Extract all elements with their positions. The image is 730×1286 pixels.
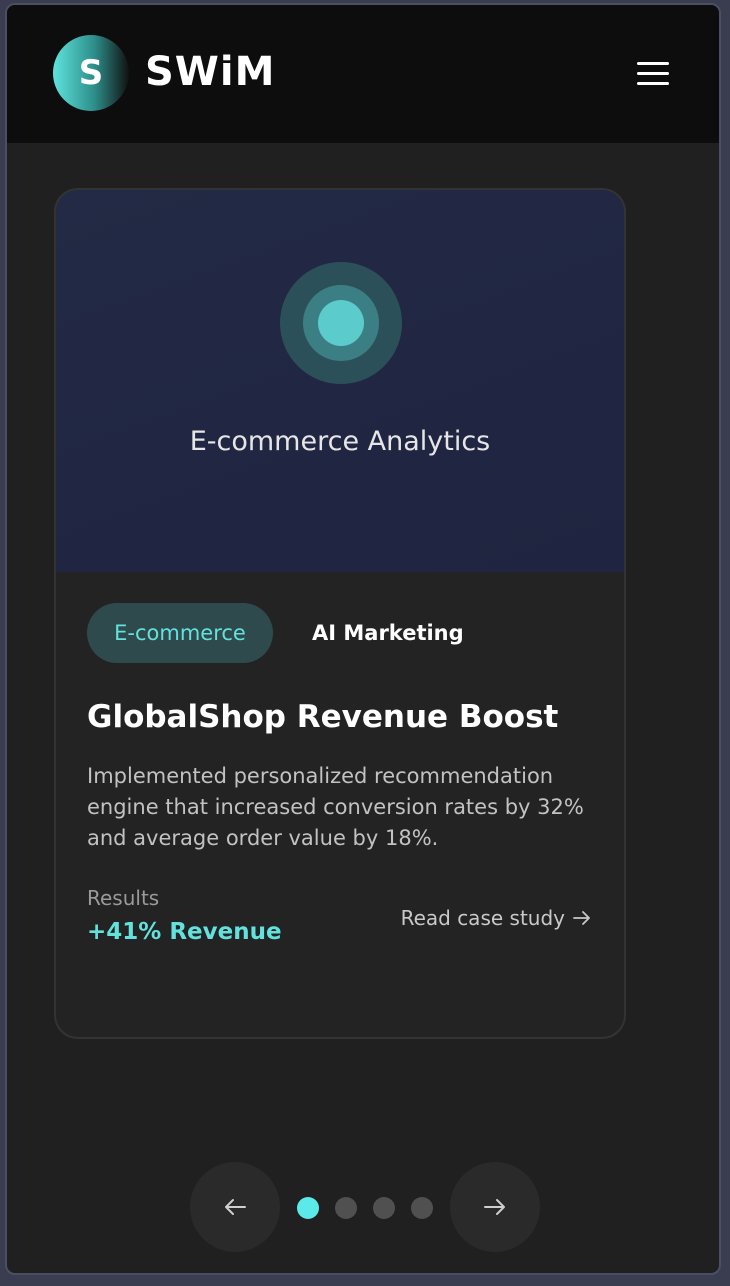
carousel-dot-3[interactable] bbox=[373, 1197, 395, 1219]
arrow-right-icon bbox=[573, 911, 590, 925]
target-icon bbox=[280, 262, 402, 384]
tag-ecommerce[interactable]: E-commerce bbox=[87, 603, 273, 663]
hero-title: E-commerce Analytics bbox=[189, 426, 491, 457]
logo-letter: S bbox=[78, 53, 104, 93]
arrow-right-icon bbox=[484, 1199, 505, 1215]
tag-ai-marketing[interactable]: AI Marketing bbox=[312, 603, 464, 663]
carousel-dot-4[interactable] bbox=[411, 1197, 433, 1219]
arrow-left-icon bbox=[225, 1199, 246, 1215]
card-hero: E-commerce Analytics bbox=[56, 190, 624, 572]
logo-mark[interactable]: S bbox=[53, 35, 129, 111]
carousel-dot-1[interactable] bbox=[297, 1197, 319, 1219]
read-case-study-label: Read case study bbox=[400, 906, 565, 930]
brand-name[interactable]: SWiM bbox=[145, 49, 275, 95]
site-header: S SWiM bbox=[7, 5, 719, 143]
card-title: GlobalShop Revenue Boost bbox=[87, 699, 559, 735]
results-label: Results bbox=[87, 886, 160, 910]
read-case-study-link[interactable]: Read case study bbox=[401, 906, 591, 930]
app-frame: S SWiM E-commerce Analytics E-commerce A… bbox=[5, 3, 721, 1275]
hamburger-menu-icon[interactable] bbox=[633, 57, 673, 89]
card-description: Implemented personalized recommendation … bbox=[87, 764, 584, 850]
results-value: +41% Revenue bbox=[87, 919, 282, 945]
carousel-next-button[interactable] bbox=[450, 1162, 540, 1252]
carousel-prev-button[interactable] bbox=[190, 1162, 280, 1252]
carousel-dot-2[interactable] bbox=[335, 1197, 357, 1219]
case-study-card: E-commerce Analytics E-commerce AI Marke… bbox=[54, 188, 626, 1039]
